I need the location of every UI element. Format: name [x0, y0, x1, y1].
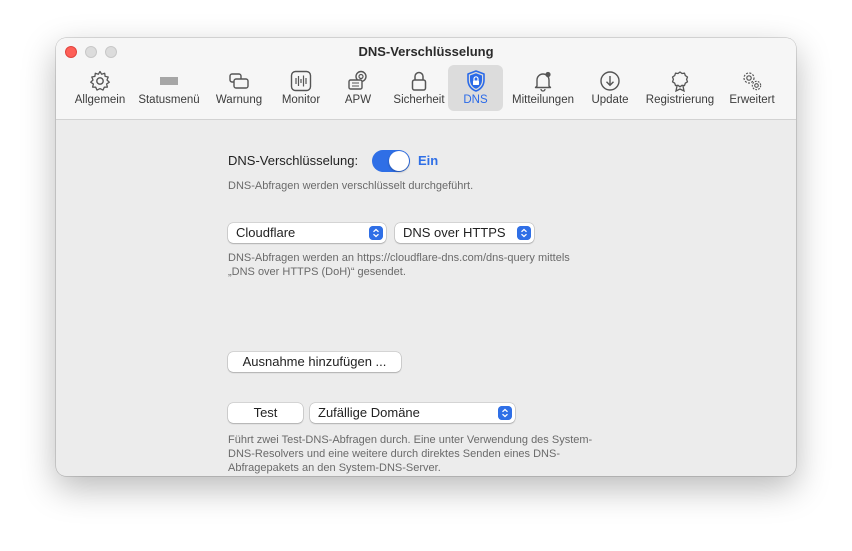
tab-mitteilungen[interactable]: Mitteilungen [508, 65, 578, 111]
titlebar: DNS-Verschlüsselung Allgemein Statusmenü… [56, 38, 796, 120]
dns-encryption-label: DNS-Verschlüsselung: [228, 153, 359, 168]
gear-icon [90, 70, 110, 91]
dns-encryption-toggle[interactable] [372, 150, 410, 172]
dns-shield-lock-icon [466, 70, 485, 92]
download-circle-icon [600, 71, 620, 91]
test-button[interactable]: Test [228, 403, 303, 423]
tab-statusmenue[interactable]: Statusmenü [134, 65, 204, 111]
tab-label: Warnung [215, 94, 263, 106]
tab-label: Monitor [281, 94, 321, 106]
tab-label: DNS [463, 94, 488, 106]
tab-monitor[interactable]: Monitor [274, 65, 328, 111]
tab-update[interactable]: Update [583, 65, 637, 111]
tab-erweitert[interactable]: Erweitert [722, 65, 782, 111]
protocol-select[interactable]: DNS over HTTPS [395, 223, 534, 243]
add-exception-button[interactable]: Ausnahme hinzufügen ... [228, 352, 401, 372]
apw-icon [348, 70, 367, 90]
bell-icon [534, 71, 552, 92]
warning-window-icon [229, 73, 249, 89]
badge-icon [671, 71, 689, 93]
test-domain-select[interactable]: Zufällige Domäne [310, 403, 515, 423]
tab-apw[interactable]: APW [333, 65, 383, 111]
tab-label: Sicherheit [393, 94, 445, 106]
toggle-knob [389, 151, 409, 171]
tab-label: Registrierung [645, 94, 715, 106]
protocol-select-value: DNS over HTTPS [403, 225, 506, 240]
tab-label: Mitteilungen [511, 94, 574, 106]
window-title: DNS-Verschlüsselung [358, 44, 494, 59]
dns-settings-pane: DNS-Verschlüsselung: Ein DNS-Abfragen we… [56, 120, 796, 476]
menubar-icon [160, 77, 178, 85]
dns-encryption-description: DNS-Abfragen werden verschlüsselt durchg… [228, 180, 474, 192]
provider-description-line1: DNS-Abfragen werden an https://cloudflar… [228, 252, 570, 264]
chevron-updown-icon [517, 226, 531, 240]
provider-select[interactable]: Cloudflare [228, 223, 386, 243]
tab-warnung[interactable]: Warnung [209, 65, 269, 111]
tab-allgemein[interactable]: Allgemein [71, 65, 129, 111]
provider-select-value: Cloudflare [236, 225, 296, 240]
tab-dns[interactable]: DNS [448, 65, 503, 111]
preferences-window: DNS-Verschlüsselung Allgemein Statusmenü… [56, 38, 796, 476]
monitor-icon [290, 70, 312, 92]
tab-label: Update [591, 94, 629, 106]
tab-label: Statusmenü [138, 94, 200, 106]
tab-registrierung[interactable]: Registrierung [642, 65, 718, 111]
toggle-state-text: Ein [418, 153, 439, 168]
tab-label: APW [344, 94, 372, 106]
tab-label: Erweitert [729, 94, 775, 106]
lock-icon [411, 71, 427, 91]
test-description-line3: Abfragepakets an den System-DNS-Server. [228, 462, 441, 474]
gears-icon [743, 72, 762, 91]
chevron-updown-icon [369, 226, 383, 240]
tab-label: Allgemein [74, 94, 126, 106]
test-description-line2: DNS-Resolvers und eine weitere durch dir… [228, 448, 560, 460]
tab-sicherheit[interactable]: Sicherheit [388, 65, 450, 111]
test-domain-select-value: Zufällige Domäne [318, 405, 420, 420]
test-description-line1: Führt zwei Test-DNS-Abfragen durch. Eine… [228, 434, 593, 446]
provider-description-line2: „DNS over HTTPS (DoH)“ gesendet. [228, 266, 406, 278]
chevron-updown-icon [498, 406, 512, 420]
